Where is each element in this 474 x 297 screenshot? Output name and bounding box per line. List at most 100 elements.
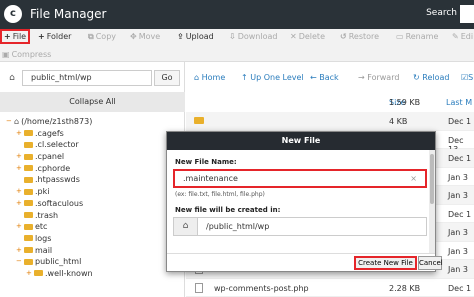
tree-item[interactable]: − public_html: [0, 256, 185, 268]
folder-icon: [24, 258, 33, 265]
tree-item-label: .cl.selector: [35, 140, 79, 150]
tree-item-label: mail: [35, 245, 53, 255]
home-icon: ⌂: [14, 117, 20, 126]
move-icon: ✥: [130, 32, 137, 41]
cancel-button[interactable]: Cancel: [418, 256, 443, 270]
tree-item[interactable]: logs: [0, 233, 185, 245]
expand-icon[interactable]: +: [16, 245, 22, 257]
create-new-file-button[interactable]: Create New File: [354, 256, 417, 270]
new-file-button[interactable]: + File: [0, 29, 31, 44]
search-input[interactable]: [460, 5, 474, 23]
tree-item-label: .cagefs: [35, 128, 64, 138]
go-button[interactable]: Go: [154, 70, 180, 86]
expand-icon[interactable]: +: [16, 186, 22, 198]
plus-icon: +: [4, 32, 11, 41]
folder-icon: [194, 117, 204, 124]
expand-icon[interactable]: +: [16, 221, 22, 233]
path-input[interactable]: public_html/wp: [22, 70, 152, 86]
move-button[interactable]: ✥ Move: [130, 32, 160, 41]
upload-button[interactable]: ⇪ Upload: [177, 32, 214, 41]
delete-button[interactable]: ✕ Delete: [290, 32, 325, 41]
folder-icon: [24, 212, 33, 218]
expand-icon[interactable]: +: [16, 163, 22, 175]
edit-button[interactable]: ✎ Edi: [452, 32, 473, 41]
expand-icon[interactable]: +: [16, 128, 22, 140]
left-panel: ⌂ public_html/wp Go Collapse All − ⌂ (/hom…: [0, 62, 185, 297]
last-modified-column-header[interactable]: Last M: [446, 98, 472, 107]
cpanel-logo-icon: c: [4, 5, 22, 23]
clear-icon[interactable]: ×: [410, 171, 417, 186]
tree-item[interactable]: + .cagefs: [0, 128, 185, 140]
tree-item[interactable]: + etc: [0, 221, 185, 233]
tree-item-label: logs: [35, 233, 52, 243]
tree-item[interactable]: + mail: [0, 245, 185, 257]
file-size: 4 KB: [389, 117, 408, 126]
restore-button[interactable]: ↺ Restore: [340, 32, 379, 41]
tree-item[interactable]: + .cphorde: [0, 163, 185, 175]
forward-label: Forward: [367, 73, 400, 82]
home-button[interactable]: ⌂ Home: [194, 73, 225, 82]
back-button[interactable]: ← Back: [310, 73, 339, 82]
location-field[interactable]: ⌂ /public_html/wp: [173, 217, 427, 236]
file-date: Jan 3: [448, 265, 468, 274]
back-arrow-icon: ←: [310, 73, 317, 82]
rename-button[interactable]: ▭ Rename: [396, 32, 438, 41]
search-label: Search: [426, 8, 457, 18]
forward-button[interactable]: → Forward: [358, 73, 399, 82]
tree-item[interactable]: − ⌂ (/home/z1sth873): [0, 116, 185, 128]
rename-icon: ▭: [396, 32, 404, 41]
reload-icon: ↻: [413, 73, 420, 82]
tree-item-label: .pki: [35, 187, 50, 197]
copy-button[interactable]: ⧉ Copy: [88, 32, 116, 42]
tree-item[interactable]: + .cpanel: [0, 151, 185, 163]
file-icon: [195, 282, 203, 293]
tree-item[interactable]: + .pki: [0, 186, 185, 198]
download-button[interactable]: ⇩ Download: [229, 32, 277, 41]
folder-icon: [24, 165, 33, 172]
scrollbar-thumb[interactable]: [430, 154, 434, 204]
download-icon: ⇩: [229, 32, 236, 41]
dialog-body: New File Name: .maintenance × (ex: file.…: [167, 150, 435, 253]
tree-item[interactable]: + .softaculous: [0, 198, 185, 210]
file-name: wp-comments-post.php: [214, 283, 309, 293]
tree-item[interactable]: .htpasswds: [0, 174, 185, 186]
reload-button[interactable]: ↻ Reload: [413, 73, 449, 82]
home-icon[interactable]: ⌂: [4, 70, 20, 86]
file-row[interactable]: wp-comments-post.php 2.28 KB Dec 1: [186, 279, 474, 297]
new-folder-label: Folder: [46, 32, 72, 41]
app-title: File Manager: [30, 7, 107, 21]
file-list-header: Size Last M: [186, 96, 474, 110]
tree-item[interactable]: .trash: [0, 210, 185, 222]
collapse-icon[interactable]: −: [6, 116, 12, 128]
delete-label: Delete: [298, 32, 325, 41]
tree-item-label: .cpanel: [35, 152, 65, 162]
expand-icon[interactable]: +: [16, 151, 22, 163]
file-row[interactable]: 4 KB Dec 1: [186, 112, 474, 131]
restore-icon: ↺: [340, 32, 347, 41]
folder-icon: [24, 176, 33, 183]
folder-tree: − ⌂ (/home/z1sth873) + .cagefs .cl.selector +.…: [0, 116, 185, 280]
back-label: Back: [319, 73, 339, 82]
file-size: 1.59 KB: [389, 98, 421, 107]
up-arrow-icon: ↑: [241, 73, 248, 82]
compress-button[interactable]: ▣ Compress: [2, 50, 51, 59]
file-date: Dec 1: [448, 117, 472, 126]
new-folder-button[interactable]: + Folder: [38, 32, 71, 41]
folder-icon: [24, 200, 33, 207]
expand-icon[interactable]: +: [16, 198, 22, 210]
move-label: Move: [138, 32, 161, 41]
select-all-button[interactable]: ☑S: [461, 73, 473, 82]
expand-icon[interactable]: +: [26, 268, 32, 280]
tree-item[interactable]: + .well-known: [0, 268, 185, 280]
restore-label: Restore: [348, 32, 380, 41]
collapse-all-button[interactable]: Collapse All: [0, 92, 185, 112]
tree-item[interactable]: .cl.selector: [0, 139, 185, 151]
up-one-level-button[interactable]: ↑ Up One Level: [241, 73, 304, 82]
tree-item-label: .trash: [35, 210, 59, 220]
file-size: 2.28 KB: [389, 283, 421, 293]
copy-icon: ⧉: [88, 32, 94, 41]
collapse-icon[interactable]: −: [16, 256, 22, 268]
new-file-name-input[interactable]: .maintenance ×: [173, 169, 427, 188]
dialog-scrollbar[interactable]: [429, 150, 435, 253]
file-name-hint: (ex: file.txt, file.html, file.php): [175, 191, 265, 198]
